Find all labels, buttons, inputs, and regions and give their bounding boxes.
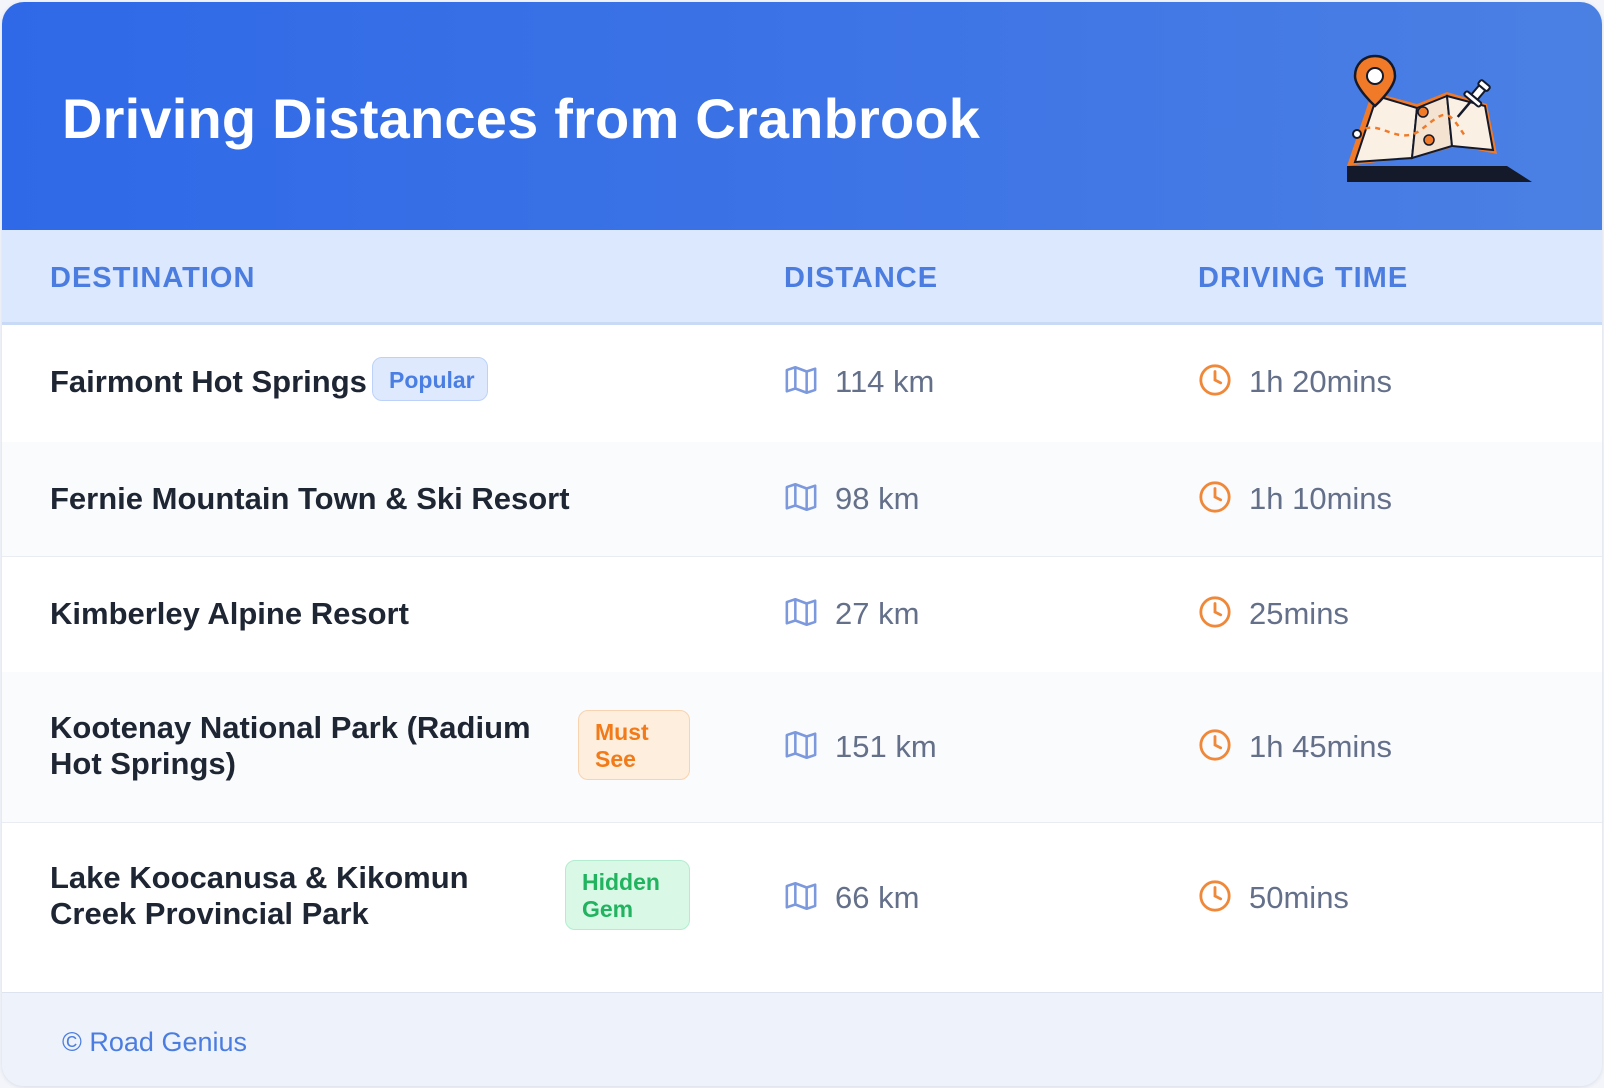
distance-value: 114 km xyxy=(835,364,935,399)
footer-credit: © Road Genius xyxy=(62,1027,247,1057)
column-header-destination: DESTINATION xyxy=(50,262,256,294)
card-footer: © Road Genius xyxy=(2,992,1602,1086)
driving-time-value: 1h 20mins xyxy=(1249,364,1393,399)
driving-time-value: 25mins xyxy=(1249,596,1349,631)
clock-icon xyxy=(1199,364,1231,396)
driving-time-value: 1h 10mins xyxy=(1249,481,1393,516)
status-badge: Must See xyxy=(578,710,690,780)
column-header-distance: DISTANCE xyxy=(784,262,939,294)
map-with-pin-icon xyxy=(1347,54,1532,182)
status-badge: Popular xyxy=(372,357,488,401)
table-row: Kootenay National Park (Radium Hot Sprin… xyxy=(2,672,1602,823)
map-icon xyxy=(785,482,817,512)
distance-value: 98 km xyxy=(835,481,920,516)
map-icon xyxy=(785,365,817,395)
destination-name: Kimberley Alpine Resort xyxy=(50,596,409,631)
distance-value: 27 km xyxy=(835,596,920,631)
table-row: Lake Koocanusa & Kikomun Creek Provincia… xyxy=(2,822,1602,972)
status-badge: Hidden Gem xyxy=(565,860,690,930)
card-header: Driving Distances from Cranbrook xyxy=(2,2,1602,230)
clock-icon xyxy=(1199,880,1231,912)
map-icon xyxy=(785,881,817,911)
destination-name: Kootenay National Park (Radium Hot Sprin… xyxy=(50,710,531,781)
destination-name: Lake Koocanusa & Kikomun Creek Provincia… xyxy=(50,860,469,931)
column-header-driving-time: DRIVING TIME xyxy=(1198,262,1409,294)
clock-icon xyxy=(1199,729,1231,761)
distance-card: Driving Distances from Cranbrook DESTINA… xyxy=(2,2,1602,1086)
destination-name: Fernie Mountain Town & Ski Resort xyxy=(50,481,570,516)
table-row: Fairmont Hot Springs Popular 114 km 1h 2… xyxy=(2,322,1602,443)
driving-time-value: 50mins xyxy=(1249,880,1349,915)
clock-icon xyxy=(1199,596,1231,628)
table-header: DESTINATION DISTANCE DRIVING TIME xyxy=(2,230,1602,325)
distance-value: 66 km xyxy=(835,880,920,915)
table-row: Kimberley Alpine Resort 27 km 25mins xyxy=(2,556,1602,673)
driving-time-value: 1h 45mins xyxy=(1249,729,1393,764)
distance-value: 151 km xyxy=(835,729,937,764)
page-title: Driving Distances from Cranbrook xyxy=(62,87,981,150)
destination-name: Fairmont Hot Springs xyxy=(50,364,367,399)
map-icon xyxy=(785,597,817,627)
clock-icon xyxy=(1199,481,1231,513)
map-icon xyxy=(785,730,817,760)
table-row: Fernie Mountain Town & Ski Resort 98 km … xyxy=(2,442,1602,557)
